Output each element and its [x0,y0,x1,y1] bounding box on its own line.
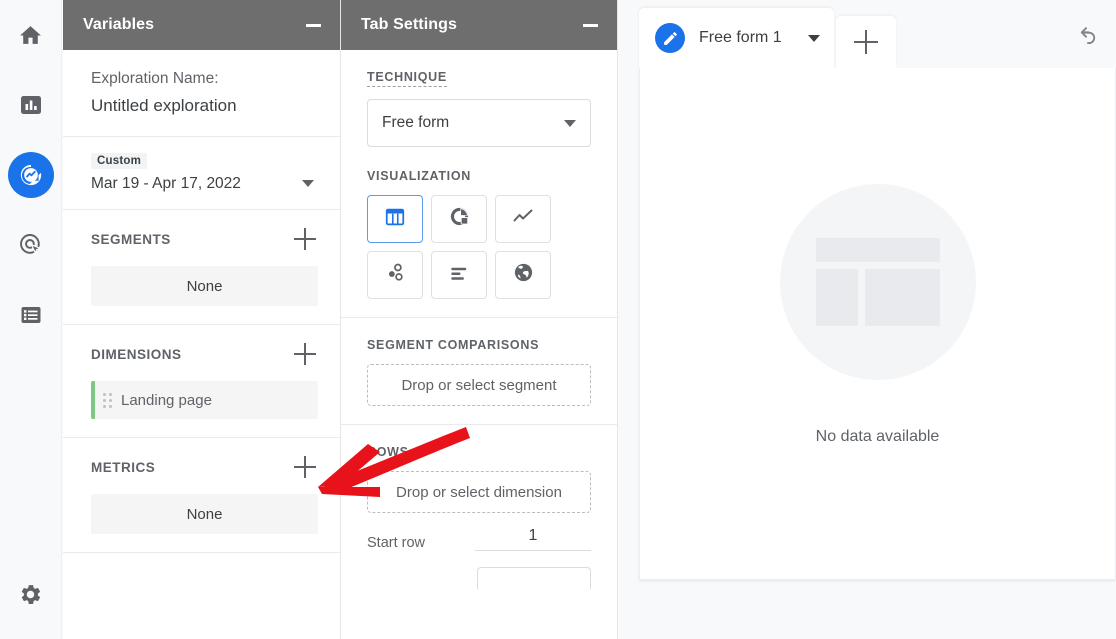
segments-section: SEGMENTS None [63,210,340,325]
segments-add-button[interactable] [292,226,318,252]
visualization-label: VISUALIZATION [367,169,471,183]
nav-item-library[interactable] [8,292,54,338]
line-chart-icon [511,205,535,234]
dimensions-label: DIMENSIONS [91,347,182,362]
dimensions-section: DIMENSIONS Landing page [63,325,340,438]
dimension-chip-label: Landing page [121,392,212,409]
start-row-label: Start row [367,535,475,551]
technique-selected-value: Free form [382,114,449,132]
globe-icon [512,261,535,289]
metrics-add-button[interactable] [292,454,318,480]
nav-item-reports[interactable] [8,82,54,128]
technique-select[interactable]: Free form [367,99,591,147]
scatter-plot-icon [384,261,407,289]
chevron-down-icon [564,120,576,127]
nav-item-home[interactable] [8,12,54,58]
target-click-icon [18,232,44,258]
visualization-section: VISUALIZATION [341,153,617,318]
undo-button[interactable] [1068,18,1108,58]
start-row-field: Start row 1 [367,513,591,551]
analytics-explore-page: Variables Exploration Name: Untitled exp… [0,0,1116,639]
table-skeleton-icon [816,238,940,326]
visualization-options [367,195,591,299]
metrics-empty-value[interactable]: None [91,494,318,534]
drag-handle-icon[interactable] [101,390,113,410]
visualization-canvas: No data available [639,68,1116,580]
plus-icon [853,29,879,55]
viz-option-bar-chart[interactable] [431,251,487,299]
viz-option-donut-chart[interactable] [431,195,487,243]
tab-strip: Free form 1 [639,8,896,68]
exploration-name-label: Exploration Name: [91,66,318,92]
pencil-icon [655,23,685,53]
empty-state-message: No data available [816,428,940,446]
technique-section: TECHNIQUE Free form [341,50,617,153]
technique-label: TECHNIQUE [367,70,447,87]
date-range-badge: Custom [91,153,147,169]
metrics-section: METRICS None [63,438,340,553]
minimize-icon[interactable] [300,12,326,38]
gear-icon [18,582,43,607]
segment-comparisons-label: SEGMENT COMPARISONS [367,338,539,352]
donut-chart-icon [448,205,471,233]
viz-option-free-form-table[interactable] [367,195,423,243]
segment-comparisons-section: SEGMENT COMPARISONS Drop or select segme… [341,318,617,425]
exploration-name-section: Exploration Name: Untitled exploration [63,50,340,137]
dimensions-add-button[interactable] [292,341,318,367]
nav-item-advertising[interactable] [8,222,54,268]
undo-icon [1076,23,1101,53]
horizontal-bar-icon [448,261,471,289]
exploration-name-value[interactable]: Untitled exploration [91,92,318,120]
viz-option-scatter-plot[interactable] [367,251,423,299]
nav-item-explore[interactable] [8,152,54,198]
table-icon [384,206,406,233]
home-icon [18,23,43,48]
chevron-down-icon[interactable] [808,35,820,42]
explore-icon [18,162,44,188]
left-nav-rail [0,0,62,639]
variables-panel-header: Variables [63,0,340,50]
tab-settings-panel-title: Tab Settings [361,16,457,34]
viz-option-geo-map[interactable] [495,251,551,299]
list-icon [19,303,43,327]
tab-settings-panel: Tab Settings TECHNIQUE Free form VISUALI… [341,0,618,639]
viz-option-line-chart[interactable] [495,195,551,243]
variables-panel: Variables Exploration Name: Untitled exp… [63,0,341,639]
date-range-value: Mar 19 - Apr 17, 2022 [91,175,318,193]
minimize-icon[interactable] [577,12,603,38]
metrics-label: METRICS [91,460,155,475]
date-range-selector[interactable]: Custom Mar 19 - Apr 17, 2022 [63,137,340,210]
dimension-chip-landing-page[interactable]: Landing page [91,381,318,419]
add-tab-button[interactable] [836,16,896,68]
chevron-down-icon[interactable] [302,180,314,187]
nav-item-settings[interactable] [8,571,54,617]
segment-comparisons-dropzone[interactable]: Drop or select segment [367,364,591,406]
rows-dropzone[interactable]: Drop or select dimension [367,471,591,513]
start-row-input[interactable]: 1 [475,527,591,551]
tab-settings-panel-header: Tab Settings [341,0,617,50]
segments-label: SEGMENTS [91,232,171,247]
tab-free-form-1[interactable]: Free form 1 [639,8,834,68]
variables-panel-title: Variables [83,16,154,34]
exploration-canvas-area: Free form 1 [619,0,1116,639]
show-rows-field-partial[interactable] [477,567,591,589]
segments-empty-value[interactable]: None [91,266,318,306]
rows-section: ROWS Drop or select dimension Start row … [341,425,617,607]
tab-label: Free form 1 [699,29,782,47]
bar-chart-icon [19,93,43,117]
empty-state-illustration [780,184,976,380]
rows-label: ROWS [367,445,409,459]
